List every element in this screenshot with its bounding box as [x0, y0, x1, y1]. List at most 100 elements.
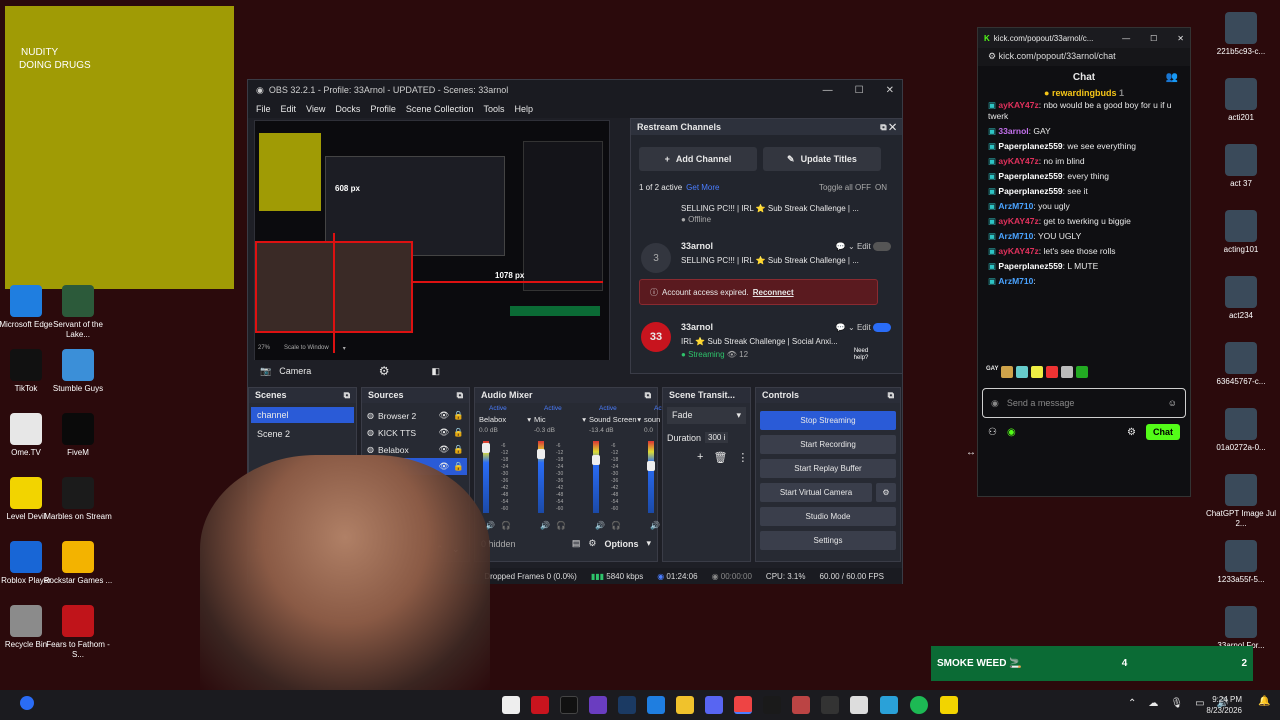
undock-icon[interactable]: ⧉	[344, 390, 350, 401]
chat-message[interactable]: ▣ Paperplanez559: we see everything	[978, 139, 1190, 154]
desktop-file[interactable]: 1233a55f-5...	[1203, 540, 1279, 585]
chevron-up-icon[interactable]: ⌃	[1128, 698, 1136, 709]
control-button[interactable]: Start Replay Buffer	[760, 459, 896, 478]
lock-icon[interactable]: 🔒	[453, 461, 464, 472]
chat-username[interactable]: 33arnol	[998, 126, 1028, 136]
scale-select[interactable]: Scale to Window	[284, 345, 329, 351]
discord-icon[interactable]	[705, 696, 723, 714]
close-button[interactable]: ✕	[1177, 34, 1184, 43]
emote-icon[interactable]	[1031, 366, 1044, 378]
mail-icon[interactable]	[792, 696, 810, 714]
trash-icon[interactable]: 🗑	[713, 451, 727, 464]
update-titles-button[interactable]: ✎ Update Titles	[763, 147, 881, 171]
undock-icon[interactable]: ⧉	[457, 390, 463, 401]
chat-message[interactable]: ▣ ArzM710:	[978, 274, 1190, 289]
menu-item[interactable]: File	[256, 104, 271, 114]
store-icon[interactable]	[850, 696, 868, 714]
chat-message[interactable]: ▣ ArzM710: you ugly	[978, 199, 1190, 214]
control-button[interactable]: Start Virtual Camera	[760, 483, 872, 502]
taskbar-app-icon[interactable]	[531, 696, 549, 714]
undock-icon[interactable]: ⧉	[880, 122, 886, 132]
chat-tools-icon[interactable]: ⚇	[988, 427, 997, 438]
speaker-icon[interactable]: 🔊	[540, 521, 550, 530]
chevron-down-icon[interactable]: ▾	[343, 345, 346, 352]
obs-preview[interactable]: 608 px 1078 px	[254, 120, 610, 370]
desktop-shortcut[interactable]: Rockstar Games ...	[40, 541, 116, 586]
app-icon[interactable]	[880, 696, 898, 714]
control-button[interactable]: Settings	[760, 531, 896, 550]
headphones-icon[interactable]: 🎧	[611, 521, 621, 530]
eye-icon[interactable]: 👁	[439, 461, 450, 472]
smiley-icon[interactable]: ☺	[1168, 398, 1177, 408]
emote-menu-icon[interactable]: ◉	[991, 398, 999, 409]
menu-item[interactable]: Docks	[335, 104, 360, 114]
volume-slider[interactable]	[482, 443, 490, 453]
chat-messages[interactable]: ▣ ayKAY47z: nbo would be a good boy for …	[978, 98, 1190, 366]
emote-icon[interactable]	[1001, 366, 1014, 378]
undock-icon[interactable]: ⧉	[645, 390, 651, 401]
chat-username[interactable]: Paperplanez559	[998, 186, 1062, 196]
add-channel-button[interactable]: + Add Channel	[639, 147, 757, 171]
chat-username[interactable]: ayKAY47z	[998, 156, 1038, 166]
close-button[interactable]: ✕	[886, 85, 894, 96]
scene-item[interactable]: Scene 2	[251, 423, 354, 445]
chat-send-button[interactable]: Chat	[1146, 424, 1180, 440]
emote-icon[interactable]	[1046, 366, 1059, 378]
desktop-shortcut[interactable]: Stumble Guys	[40, 349, 116, 394]
desktop-file[interactable]: 33arnol For...	[1203, 606, 1279, 651]
mixer-settings-icon[interactable]: ⚙	[588, 538, 596, 549]
pinned-gifter[interactable]: ● rewardingbuds 1	[978, 88, 1190, 98]
channel-row[interactable]: 33arnol 💬 ⌄ Edit SELLING PC!!! | IRL ⭐ Su…	[681, 241, 891, 266]
start-button[interactable]	[20, 696, 34, 710]
headphones-icon[interactable]: 🎧	[501, 521, 511, 530]
file-explorer-icon[interactable]	[676, 696, 694, 714]
chat-message[interactable]: ▣ 33arnol: GAY	[978, 124, 1190, 139]
chat-username[interactable]: ArzM710	[998, 201, 1033, 211]
desktop-file[interactable]: act 37	[1203, 144, 1279, 189]
kick-coin-icon[interactable]: ◉	[1007, 427, 1016, 438]
speaker-icon[interactable]: 🔊	[595, 521, 605, 530]
source-item[interactable]: ◍ KICK TTS 👁 🔒	[364, 424, 467, 441]
mixer-layout-icon[interactable]: ▤	[572, 538, 581, 549]
edge-icon[interactable]	[647, 696, 665, 714]
notifications-icon[interactable]: 🔔	[1258, 696, 1270, 707]
scene-item[interactable]: channel	[251, 407, 354, 423]
need-help-link[interactable]: Need help?	[847, 348, 875, 362]
lock-icon[interactable]: 🔒	[453, 410, 464, 421]
desktop-file[interactable]: acti201	[1203, 78, 1279, 123]
chat-message[interactable]: ▣ ayKAY47z: let's see those rolls	[978, 244, 1190, 259]
minimize-button[interactable]: —	[1122, 34, 1130, 43]
desktop-file[interactable]: ChatGPT Image Jul 2...	[1203, 474, 1279, 529]
headphones-icon[interactable]: 🎧	[556, 521, 566, 530]
filters-icon[interactable]: ◧	[431, 366, 440, 377]
chrome-icon[interactable]	[734, 696, 752, 714]
edit-button[interactable]: 💬 ⌄ Edit	[836, 241, 891, 252]
toggle-all-label[interactable]: Toggle all OFF	[819, 183, 871, 192]
cloud-icon[interactable]: ☁	[1148, 698, 1158, 709]
desktop-file[interactable]: act234	[1203, 276, 1279, 321]
menu-item[interactable]: Edit	[281, 104, 297, 114]
app-icon[interactable]	[763, 696, 781, 714]
maximize-button[interactable]: ☐	[1150, 34, 1157, 43]
chat-message[interactable]: ▣ Paperplanez559: see it	[978, 184, 1190, 199]
clock[interactable]: 9:24 PM 8/23/2026	[1200, 694, 1242, 716]
desktop-shortcut[interactable]: Servant of the Lake...	[40, 285, 116, 340]
chat-message[interactable]: ▣ Paperplanez559: L MUTE	[978, 259, 1190, 274]
chat-username[interactable]: Paperplanez559	[998, 171, 1062, 181]
chat-message[interactable]: ▣ ayKAY47z: no im blind	[978, 154, 1190, 169]
volume-slider[interactable]	[647, 461, 655, 471]
chevron-down-icon[interactable]: ▾	[646, 538, 651, 549]
volume-slider[interactable]	[592, 455, 600, 465]
chat-message[interactable]: ▣ Paperplanez559: every thing	[978, 169, 1190, 184]
zoom-level[interactable]: 27%	[258, 345, 270, 351]
close-icon[interactable]: ✕	[889, 122, 896, 132]
get-more-link[interactable]: Get More	[686, 183, 719, 192]
source-item[interactable]: ◍ Browser 2 👁 🔒	[364, 407, 467, 424]
eye-icon[interactable]: 👁	[439, 427, 450, 438]
obs-taskbar-icon[interactable]	[821, 696, 839, 714]
chat-username[interactable]: ArzM710	[998, 231, 1033, 241]
chat-username[interactable]: Paperplanez559	[998, 141, 1062, 151]
taskbar-files-icon[interactable]	[502, 696, 520, 714]
chat-username[interactable]: ayKAY47z	[998, 100, 1038, 110]
control-button[interactable]: Studio Mode	[760, 507, 896, 526]
